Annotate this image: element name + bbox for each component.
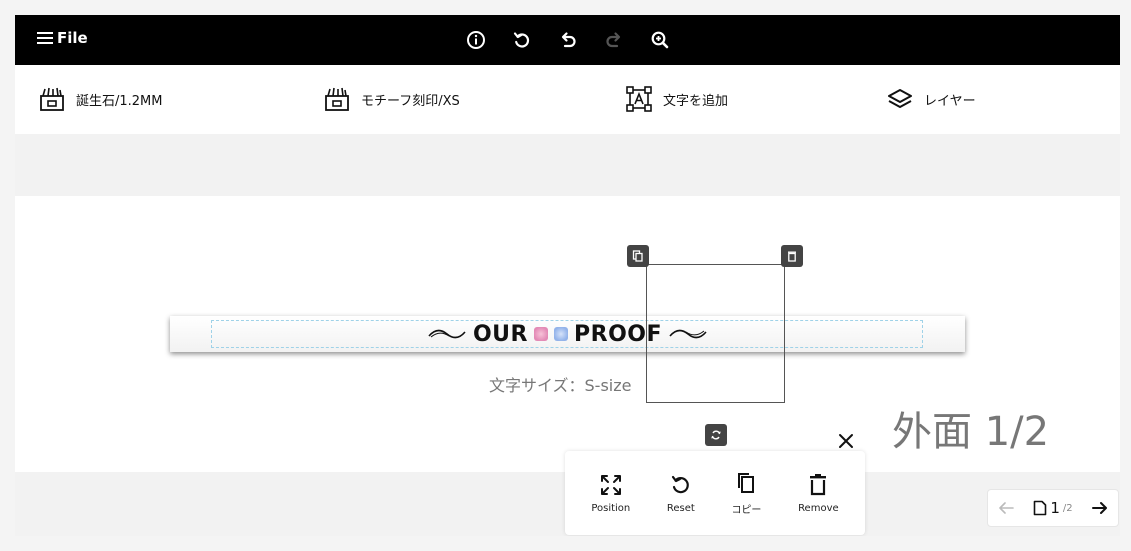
next-page-button[interactable] — [1088, 496, 1112, 520]
undo-icon — [561, 32, 576, 48]
birthstone-tool-label: 誕生石/1.2MM — [76, 93, 163, 109]
copy-icon — [738, 472, 755, 493]
delete-handle[interactable] — [781, 245, 803, 267]
text-size-label: 文字サイズ：S-size — [489, 376, 632, 395]
arrow-left-icon — [999, 502, 1014, 514]
gem-box-icon — [40, 87, 64, 111]
rotate-handle[interactable] — [705, 424, 727, 446]
motif-box-icon — [325, 87, 349, 111]
face-label: 外面 1/2 — [892, 409, 1050, 455]
close-icon — [839, 434, 853, 448]
ring-band: OUR PROOF — [170, 316, 965, 352]
remove-button[interactable]: Remove — [798, 473, 839, 514]
hamburger-icon — [37, 32, 53, 44]
rotate-icon — [711, 430, 721, 440]
pink-gem-icon[interactable] — [534, 327, 548, 341]
layers-icon — [888, 89, 912, 108]
page-navigator: 1 /2 — [987, 489, 1119, 527]
redo-icon — [606, 32, 621, 48]
motif-tool[interactable]: モチーフ刻印/XS — [323, 85, 460, 113]
birthstone-tool[interactable]: 誕生石/1.2MM — [38, 85, 163, 113]
engraving-word-our: OUR — [472, 321, 528, 347]
layer-tool[interactable]: レイヤー — [886, 85, 976, 113]
ring-canvas: OUR PROOF 文字サイズ：S-size 外面 1/2 — [15, 196, 1120, 472]
prev-page-button[interactable] — [994, 496, 1018, 520]
zoom-in-icon — [651, 31, 669, 49]
copy-icon — [632, 250, 643, 262]
remove-button-label: Remove — [798, 502, 839, 514]
trash-icon — [788, 251, 796, 262]
app-window: File 誕生石/1.2MM モチーフ刻印/XS 文字を追加 レイヤー OUR … — [15, 15, 1120, 536]
file-menu-button[interactable]: File — [37, 29, 88, 47]
reset-icon — [671, 475, 689, 493]
flourish-left-icon — [428, 329, 466, 339]
refresh-button[interactable] — [506, 28, 538, 52]
duplicate-handle[interactable] — [627, 245, 649, 267]
file-menu-label: File — [57, 29, 88, 47]
add-text-tool[interactable]: 文字を追加 — [625, 85, 728, 113]
arrow-right-icon — [1092, 502, 1107, 514]
engraving-text[interactable]: OUR PROOF — [170, 318, 965, 350]
move-arrows-icon — [600, 474, 621, 495]
total-pages: /2 — [1062, 502, 1073, 514]
position-button-label: Position — [591, 502, 631, 514]
current-page: 1 — [1050, 499, 1060, 517]
toolbar-icon-group — [460, 28, 676, 52]
add-text-tool-label: 文字を追加 — [663, 93, 729, 109]
page-indicator: 1 /2 — [1033, 499, 1073, 517]
tool-row: 誕生石/1.2MM モチーフ刻印/XS 文字を追加 レイヤー — [15, 65, 1120, 134]
context-menu: Position Reset コピー Remove — [565, 451, 865, 535]
canvas-top-margin — [15, 134, 1120, 196]
reset-button-label: Reset — [666, 502, 695, 514]
motif-tool-label: モチーフ刻印/XS — [361, 93, 460, 109]
selection-box[interactable] — [646, 264, 785, 403]
info-button[interactable] — [460, 28, 492, 52]
redo-button[interactable] — [598, 28, 630, 52]
top-toolbar: File — [15, 15, 1120, 65]
blue-gem-icon[interactable] — [554, 327, 568, 341]
reset-button[interactable]: Reset — [667, 473, 695, 514]
zoom-in-button[interactable] — [644, 28, 676, 52]
page-icon — [1034, 500, 1047, 516]
rotate-ccw-icon — [513, 32, 530, 48]
text-frame-icon — [626, 86, 652, 112]
copy-button[interactable]: コピー — [731, 471, 761, 516]
copy-button-label: コピー — [731, 504, 762, 516]
position-button[interactable]: Position — [591, 473, 630, 514]
trash-icon — [810, 473, 827, 495]
info-icon — [467, 31, 485, 49]
layer-tool-label: レイヤー — [924, 93, 976, 109]
undo-button[interactable] — [552, 28, 584, 52]
